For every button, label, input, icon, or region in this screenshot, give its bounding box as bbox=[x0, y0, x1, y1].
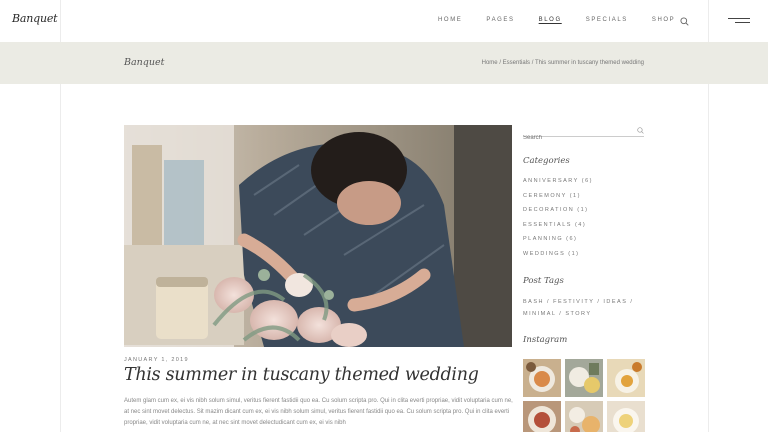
search-icon[interactable] bbox=[680, 17, 689, 26]
site-logo[interactable]: Banquet bbox=[12, 12, 58, 25]
instagram-photo[interactable] bbox=[607, 359, 645, 397]
post-excerpt: Autem glam cum ex, ei vis nibh solum sim… bbox=[124, 398, 513, 426]
page-title: Banquet bbox=[124, 57, 165, 68]
tag-story[interactable]: Story bbox=[565, 311, 591, 317]
tag-separator: / bbox=[627, 299, 634, 305]
tag-separator: / bbox=[543, 299, 554, 305]
instagram-photo[interactable] bbox=[523, 359, 561, 397]
instagram-grid bbox=[523, 359, 645, 432]
category-item[interactable]: Planning (6) bbox=[523, 236, 593, 251]
category-item[interactable]: Weddings (1) bbox=[523, 251, 593, 266]
search-icon[interactable] bbox=[637, 127, 644, 134]
menu-icon[interactable] bbox=[728, 17, 750, 25]
tag-ideas[interactable]: Ideas bbox=[603, 299, 627, 305]
main-nav: Home Pages Blog Specials Shop bbox=[438, 17, 699, 23]
post-date: January 1, 2019 bbox=[124, 357, 189, 363]
nav-blog[interactable]: Blog bbox=[539, 17, 562, 23]
categories-heading: Categories bbox=[523, 156, 570, 166]
nav-pages[interactable]: Pages bbox=[486, 17, 514, 23]
sidebar-search bbox=[523, 126, 644, 141]
post-tags-heading: Post Tags bbox=[523, 276, 564, 286]
breadcrumb: Home / Essentials / This summer in tusca… bbox=[482, 60, 644, 66]
category-list: Anniversary (6) Ceremony (1) Decoration … bbox=[523, 178, 593, 265]
post-featured-image[interactable] bbox=[124, 125, 512, 347]
instagram-photo[interactable] bbox=[607, 401, 645, 432]
category-item[interactable]: Decoration (1) bbox=[523, 207, 593, 222]
instagram-photo[interactable] bbox=[565, 401, 603, 432]
category-item[interactable]: Ceremony (1) bbox=[523, 193, 593, 208]
breadcrumb-current: This summer in tuscany themed wedding bbox=[534, 60, 644, 66]
breadcrumb-category[interactable]: Essentials bbox=[503, 60, 530, 66]
post-title[interactable]: This summer in tuscany themed wedding bbox=[124, 365, 479, 385]
site-header: Banquet Home Pages Blog Specials Shop bbox=[0, 0, 768, 42]
category-item[interactable]: Essentials (4) bbox=[523, 222, 593, 237]
tag-bash[interactable]: Bash bbox=[523, 299, 544, 305]
page-title-bar: Banquet bbox=[0, 42, 768, 84]
search-input[interactable] bbox=[523, 135, 628, 141]
tag-festivity[interactable]: Festivity bbox=[553, 299, 594, 305]
instagram-photo[interactable] bbox=[565, 359, 603, 397]
instagram-heading: Instagram bbox=[523, 335, 568, 345]
nav-shop[interactable]: Shop bbox=[652, 17, 675, 23]
tag-separator: / bbox=[556, 311, 566, 317]
breadcrumb-home[interactable]: Home bbox=[482, 60, 498, 66]
tag-minimal[interactable]: Minimal bbox=[523, 311, 556, 317]
nav-home[interactable]: Home bbox=[438, 17, 462, 23]
tag-cloud: Bash / Festivity / Ideas / Minimal / Sto… bbox=[523, 296, 648, 320]
nav-specials[interactable]: Specials bbox=[586, 17, 628, 23]
category-item[interactable]: Anniversary (6) bbox=[523, 178, 593, 193]
instagram-photo[interactable] bbox=[523, 401, 561, 432]
